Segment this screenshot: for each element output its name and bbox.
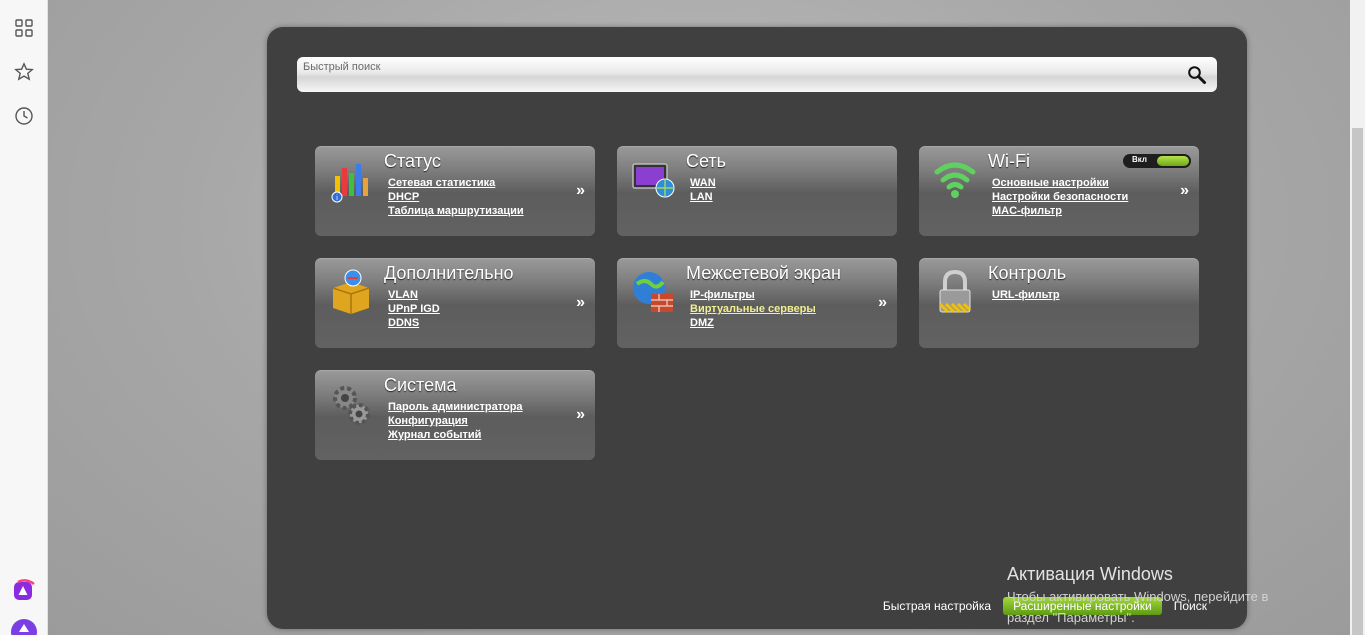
tile-network-title[interactable]: Сеть: [686, 151, 726, 172]
tile-firewall-title[interactable]: Межсетевой экран: [686, 263, 841, 284]
link-lan[interactable]: LAN: [690, 190, 716, 204]
padlock-icon: [931, 268, 979, 316]
alice-logo-icon[interactable]: [10, 618, 38, 635]
wifi-signal-icon: [931, 156, 979, 204]
link-dmz[interactable]: DMZ: [690, 316, 816, 330]
tile-advanced-title[interactable]: Дополнительно: [384, 263, 514, 284]
wifi-toggle[interactable]: Вкл: [1123, 154, 1191, 168]
firewall-globe-icon: [629, 268, 677, 316]
tile-firewall-more[interactable]: »: [878, 294, 887, 312]
link-upnp-igd[interactable]: UPnP IGD: [388, 302, 440, 316]
quick-search-bar[interactable]: [297, 57, 1217, 92]
wifi-toggle-label: Вкл: [1132, 155, 1147, 164]
tile-status-title[interactable]: Статус: [384, 151, 441, 172]
link-wifi-security-settings[interactable]: Настройки безопасности: [992, 190, 1128, 204]
quick-setup-button[interactable]: Быстрая настройка: [883, 599, 991, 613]
link-mac-filter[interactable]: MAC-фильтр: [992, 204, 1128, 218]
tile-wifi-title[interactable]: Wi-Fi: [988, 151, 1030, 172]
tile-firewall: Межсетевой экран IP-фильтры Виртуальные …: [617, 258, 897, 348]
router-main-panel: i Статус Сетевая статистика DHCP Таблица…: [267, 27, 1247, 629]
tile-control-title[interactable]: Контроль: [988, 263, 1066, 284]
tile-advanced-more[interactable]: »: [576, 294, 585, 312]
status-chart-icon: i: [327, 156, 375, 204]
link-routing-table[interactable]: Таблица маршрутизации: [388, 204, 524, 218]
link-wan[interactable]: WAN: [690, 176, 716, 190]
link-virtual-servers[interactable]: Виртуальные серверы: [690, 302, 816, 316]
link-admin-password[interactable]: Пароль администратора: [388, 400, 523, 414]
page-scrollbar[interactable]: [1350, 0, 1365, 635]
tile-advanced: Дополнительно VLAN UPnP IGD DDNS »: [315, 258, 595, 348]
network-monitor-icon: [629, 156, 677, 204]
link-ip-filters[interactable]: IP-фильтры: [690, 288, 816, 302]
quick-search-input[interactable]: [303, 59, 1163, 75]
link-dhcp[interactable]: DHCP: [388, 190, 524, 204]
bottom-navigation: Быстрая настройка Расширенные настройки …: [883, 597, 1207, 615]
link-ddns[interactable]: DDNS: [388, 316, 440, 330]
wifi-toggle-knob: [1157, 156, 1189, 166]
tile-system-more[interactable]: »: [576, 406, 585, 424]
tile-wifi-more[interactable]: »: [1180, 182, 1189, 200]
magnifier-icon[interactable]: [1187, 65, 1207, 85]
link-configuration[interactable]: Конфигурация: [388, 414, 523, 428]
router-page-background: i Статус Сетевая статистика DHCP Таблица…: [48, 0, 1350, 635]
link-network-statistics[interactable]: Сетевая статистика: [388, 176, 524, 190]
tile-status: i Статус Сетевая статистика DHCP Таблица…: [315, 146, 595, 236]
link-event-log[interactable]: Журнал событий: [388, 428, 523, 442]
advanced-settings-button[interactable]: Расширенные настройки: [1003, 597, 1162, 615]
link-url-filter[interactable]: URL-фильтр: [992, 288, 1060, 302]
browser-sidebar: [0, 0, 48, 635]
gears-icon: [327, 380, 375, 428]
alice-assistant-icon[interactable]: [12, 578, 36, 602]
tile-system: Система Пароль администратора Конфигурац…: [315, 370, 595, 460]
apps-grid-icon[interactable]: [14, 18, 34, 38]
link-wifi-basic-settings[interactable]: Основные настройки: [992, 176, 1128, 190]
tile-status-more[interactable]: »: [576, 182, 585, 200]
tile-wifi: Wi-Fi Вкл Основные настройки Настройки б…: [919, 146, 1199, 236]
search-nav-button[interactable]: Поиск: [1174, 599, 1207, 613]
star-icon[interactable]: [14, 62, 34, 82]
tile-control: Контроль URL-фильтр: [919, 258, 1199, 348]
tile-system-title[interactable]: Система: [384, 375, 457, 396]
tile-network: Сеть WAN LAN: [617, 146, 897, 236]
advanced-box-icon: [327, 268, 375, 316]
link-vlan[interactable]: VLAN: [388, 288, 440, 302]
history-clock-icon[interactable]: [14, 106, 34, 126]
scrollbar-thumb[interactable]: [1352, 128, 1363, 635]
